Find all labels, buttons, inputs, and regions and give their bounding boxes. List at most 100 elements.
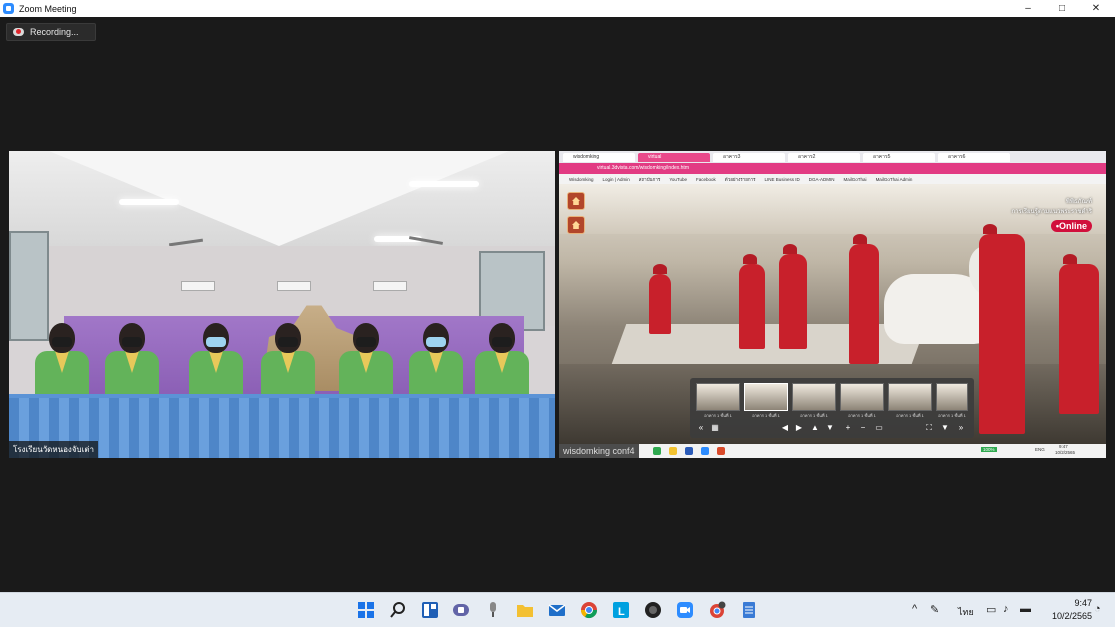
shared-zoom-level: 100% bbox=[981, 447, 997, 452]
ceiling-light bbox=[119, 199, 179, 205]
zoom-in-icon[interactable]: + bbox=[843, 423, 853, 433]
zoom-icon[interactable] bbox=[675, 600, 695, 620]
show-hidden-icons-chevron-icon[interactable]: ^ bbox=[912, 603, 917, 615]
shared-app-icon bbox=[669, 447, 677, 455]
fast-forward-icon[interactable]: » bbox=[956, 423, 966, 433]
fullscreen-icon[interactable]: ⛶ bbox=[924, 423, 934, 433]
battery-icon[interactable]: ▬ bbox=[1020, 603, 1031, 615]
file-explorer-icon[interactable] bbox=[515, 600, 535, 620]
recording-label: Recording... bbox=[30, 27, 79, 37]
start-icon[interactable] bbox=[356, 600, 376, 620]
bookmark: ตัวอย่างรายการ bbox=[724, 176, 756, 182]
student bbox=[335, 319, 397, 399]
minimize-button[interactable]: – bbox=[1011, 0, 1045, 17]
air-conditioner bbox=[277, 281, 311, 291]
system-clock[interactable]: 9:47 10/2/2565 bbox=[1052, 597, 1092, 623]
browser-tab: อาคาร2 bbox=[788, 152, 860, 162]
home-nav-icon[interactable] bbox=[567, 192, 585, 210]
notifications-icon[interactable]: ◔ bbox=[1094, 603, 1101, 615]
zoom-app-icon bbox=[3, 3, 14, 14]
recording-indicator[interactable]: Recording... bbox=[6, 23, 96, 41]
volume-icon[interactable]: ♪ bbox=[1003, 603, 1009, 615]
student bbox=[257, 319, 319, 399]
mannequin-figure bbox=[779, 244, 807, 349]
online-badge: •Online bbox=[1050, 220, 1092, 232]
tour-thumbnail[interactable] bbox=[792, 383, 836, 411]
chrome-profile-icon[interactable] bbox=[707, 600, 727, 620]
window-title: Zoom Meeting bbox=[19, 3, 77, 14]
close-button[interactable]: ✕ bbox=[1079, 0, 1113, 17]
mannequin-figure bbox=[1059, 254, 1099, 414]
student bbox=[31, 319, 93, 399]
browser-tab: อาคาร6 bbox=[938, 152, 1010, 162]
bookmark: สถาบันการ bbox=[638, 176, 661, 182]
tour-thumbnail[interactable] bbox=[840, 383, 884, 411]
tour-thumbnail[interactable] bbox=[888, 383, 932, 411]
participant-video-school[interactable]: โรงเรียนวัดหนองจับเต่า bbox=[9, 151, 555, 458]
bookmark: DGA-ADMIN bbox=[808, 176, 835, 182]
bookmark: MailGoThai Admin bbox=[875, 176, 913, 182]
widgets-icon[interactable] bbox=[420, 600, 440, 620]
mannequin-figure bbox=[849, 234, 879, 364]
bookmark: MailGoThai bbox=[843, 176, 867, 182]
rewind-icon[interactable]: « bbox=[696, 423, 706, 433]
shared-date: 10/2/2565 bbox=[1055, 450, 1076, 455]
student bbox=[471, 319, 533, 399]
input-language[interactable]: ไทย bbox=[958, 605, 974, 619]
network-icon[interactable]: ▭ bbox=[986, 603, 996, 616]
zoom-out-icon[interactable]: − bbox=[858, 423, 868, 433]
mail-icon[interactable] bbox=[547, 600, 567, 620]
tour-thumbnail-selected[interactable] bbox=[744, 383, 788, 411]
pan-up-icon[interactable]: ▲ bbox=[810, 423, 820, 433]
air-conditioner bbox=[373, 281, 407, 291]
browser-tab-active: virtual bbox=[638, 152, 710, 162]
microphone-app-icon[interactable] bbox=[483, 600, 503, 620]
browser-tab: อาคาร5 bbox=[863, 152, 935, 162]
ceiling-light bbox=[409, 181, 479, 187]
grid-view-icon[interactable]: ▦ bbox=[710, 423, 720, 433]
promo-banner: พิพิธภัณฑ์ การเรียนรู้ตามแนวพระราชดำริ •… bbox=[1011, 199, 1092, 232]
shared-app-icon bbox=[685, 447, 693, 455]
participant-name-tag: wisdomking conf4 bbox=[559, 444, 639, 458]
line-icon[interactable]: L bbox=[611, 600, 631, 620]
participant-name-tag: โรงเรียนวัดหนองจับเต่า bbox=[9, 441, 99, 458]
browser-tab-strip: wisdomking virtual อาคาร3 อาคาร2 อาคาร5 … bbox=[559, 151, 1106, 163]
teams-chat-icon[interactable] bbox=[451, 600, 471, 620]
clock-date: 10/2/2565 bbox=[1051, 611, 1092, 621]
title-bar: Zoom Meeting – □ ✕ bbox=[0, 0, 1115, 17]
shared-app-icon bbox=[653, 447, 661, 455]
pan-right-icon[interactable]: ▶ bbox=[794, 423, 804, 433]
student bbox=[405, 319, 467, 399]
student bbox=[185, 319, 247, 399]
mannequin-figure bbox=[979, 224, 1025, 434]
tour-thumbnail[interactable] bbox=[936, 383, 968, 411]
recording-icon bbox=[13, 28, 24, 36]
browser-tab: wisdomking bbox=[563, 152, 635, 162]
map-nav-icon[interactable] bbox=[567, 216, 585, 234]
windows-taskbar: L ^ ✎ ไทย ▭ ♪ ▬ 9:47 10/2/2565 ◔ bbox=[0, 592, 1115, 627]
bookmark: Wisdomking bbox=[569, 176, 594, 182]
vr-icon[interactable]: ▭ bbox=[874, 423, 884, 433]
bookmark: LINE Business ID bbox=[764, 176, 800, 182]
shared-app-icon bbox=[701, 447, 709, 455]
tour-thumbnail[interactable] bbox=[696, 383, 740, 411]
maximize-button[interactable]: □ bbox=[1045, 0, 1079, 17]
student bbox=[101, 319, 163, 399]
browser-tab: อาคาร3 bbox=[713, 152, 785, 162]
pen-icon[interactable]: ✎ bbox=[930, 603, 939, 616]
pan-left-icon[interactable]: ◀ bbox=[780, 423, 790, 433]
screen-share-view[interactable]: wisdomking virtual อาคาร3 อาคาร2 อาคาร5 … bbox=[559, 151, 1106, 458]
notepad-icon[interactable] bbox=[739, 600, 759, 620]
shared-time: 9:47 bbox=[1059, 444, 1068, 449]
search-icon[interactable] bbox=[388, 600, 408, 620]
clock-time: 9:47 bbox=[1074, 598, 1092, 608]
bookmark: Login | Admin bbox=[602, 176, 630, 182]
meeting-area: Recording... โรงเรียนวัดหนองจับเต่า wisd… bbox=[0, 17, 1115, 592]
chrome-icon[interactable] bbox=[579, 600, 599, 620]
bookmark: YouTube bbox=[669, 176, 687, 182]
air-conditioner bbox=[181, 281, 215, 291]
mannequin-figure bbox=[649, 264, 671, 334]
obs-icon[interactable] bbox=[643, 600, 663, 620]
pan-down-icon[interactable]: ▼ bbox=[825, 423, 835, 433]
hide-bar-icon[interactable]: ▼ bbox=[940, 423, 950, 433]
